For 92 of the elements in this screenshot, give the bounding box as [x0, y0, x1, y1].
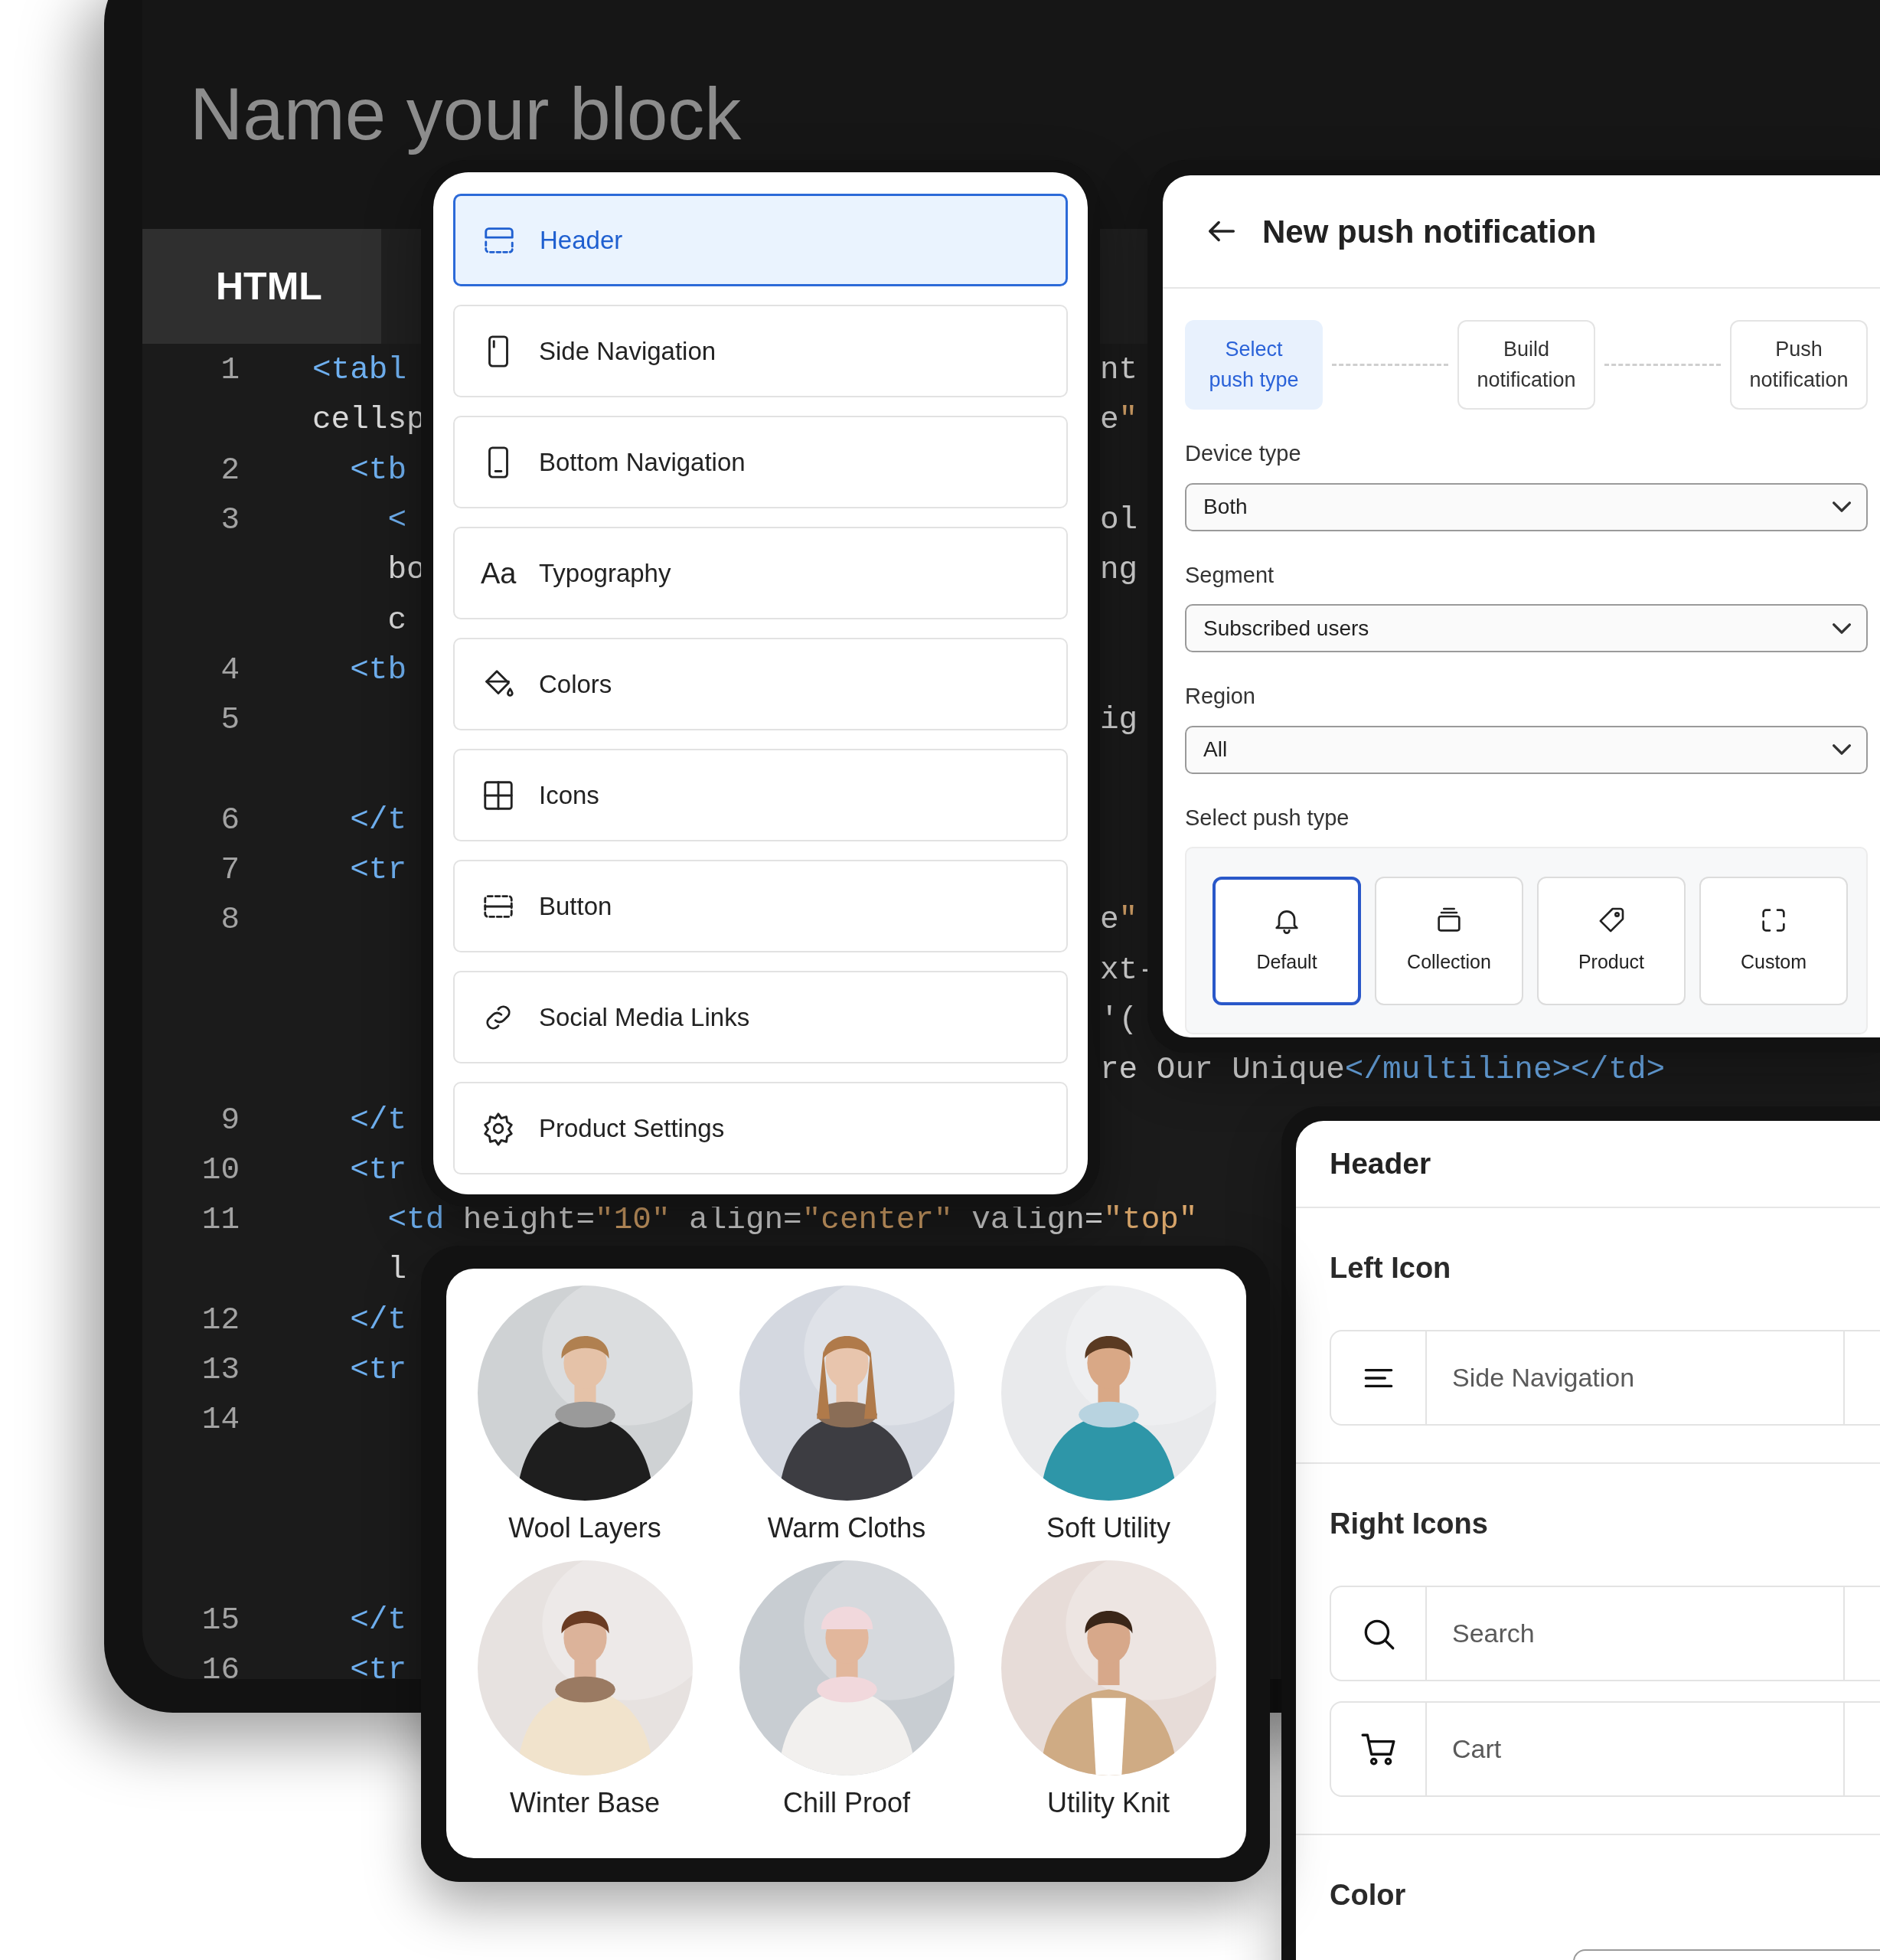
panel-title: New push notification: [1262, 212, 1597, 251]
code-line: re Our Unique</multiline></td>: [1100, 1054, 1666, 1087]
line-number: 1: [220, 354, 240, 387]
code-line: '(: [1100, 1004, 1138, 1037]
block-label: Side Navigation: [539, 335, 716, 367]
code-line: <tr: [349, 1153, 407, 1187]
section-title: Right Icons: [1330, 1507, 1489, 1541]
collection-label[interactable]: Wool Layers: [508, 1511, 661, 1545]
push-type-option[interactable]: Default: [1213, 876, 1361, 1005]
block-label: Bottom Navigation: [539, 446, 746, 478]
push-type-option[interactable]: Custom: [1699, 876, 1848, 1005]
code-line: </t: [349, 1303, 407, 1337]
field-label: Device type: [1185, 440, 1302, 467]
line-number: 10: [201, 1153, 240, 1187]
field-label: Region: [1185, 683, 1256, 710]
line-number: 4: [220, 653, 240, 687]
code-line: ig: [1100, 704, 1138, 737]
block-label: Icons: [539, 779, 599, 811]
code-line: nt: [1100, 354, 1138, 387]
step-tab[interactable]: Build notification: [1457, 320, 1595, 410]
block-list-item[interactable]: Aa Typography: [453, 527, 1068, 619]
icon-name-field[interactable]: Cart: [1427, 1703, 1845, 1795]
code-line: </t: [349, 1603, 407, 1637]
push-type-option[interactable]: Product: [1537, 876, 1686, 1005]
icon-name-field[interactable]: Search: [1427, 1587, 1845, 1680]
select-field[interactable]: Subscribed users: [1185, 604, 1868, 652]
step-tab[interactable]: Select push type: [1185, 320, 1323, 410]
line-number: 8: [220, 903, 240, 937]
block-list-item[interactable]: Colors: [453, 638, 1068, 730]
block-list-item[interactable]: Header: [453, 194, 1068, 286]
code-line: cellsp: [312, 403, 426, 437]
step-tab[interactable]: Push notification: [1730, 320, 1868, 410]
code-line: ng: [1100, 554, 1138, 587]
block-list-item[interactable]: Product Settings: [453, 1082, 1068, 1174]
collection-label[interactable]: Utility Knit: [1047, 1786, 1170, 1820]
block-list-item[interactable]: Social Media Links: [453, 971, 1068, 1063]
select-field[interactable]: All: [1185, 725, 1868, 774]
section-title: Color: [1330, 1878, 1407, 1913]
line-number: 9: [220, 1103, 240, 1137]
code-line: <tb: [349, 453, 407, 487]
line-number: 13: [201, 1354, 240, 1387]
code-line: </t: [349, 1103, 407, 1137]
push-type-option[interactable]: Collection: [1375, 876, 1523, 1005]
block-list-item[interactable]: Side Navigation: [453, 305, 1068, 397]
code-line: ol: [1100, 504, 1138, 537]
select-field[interactable]: Both: [1185, 482, 1868, 531]
field-label: Segment: [1185, 561, 1275, 589]
code-line: e": [1100, 903, 1138, 937]
code-line: </t: [349, 803, 407, 837]
line-number: 12: [201, 1303, 240, 1337]
line-number: 6: [220, 803, 240, 837]
code-line: <: [387, 504, 407, 537]
collection-label[interactable]: Soft Utility: [1046, 1511, 1170, 1545]
line-number: 16: [201, 1653, 240, 1679]
code-line: c: [387, 603, 407, 637]
typography-icon: Aa: [481, 558, 516, 588]
block-label: Product Settings: [539, 1112, 725, 1144]
section-title: Left Icon: [1330, 1251, 1452, 1285]
collection-label[interactable]: Chill Proof: [782, 1786, 911, 1820]
line-number: 7: [220, 854, 240, 887]
block-label: Social Media Links: [539, 1001, 750, 1033]
panel-title: Header: [1330, 1145, 1431, 1181]
line-number: 5: [220, 704, 240, 737]
block-label: Typography: [539, 557, 671, 589]
block-name-field[interactable]: Name your block: [190, 72, 742, 157]
code-line: <tabl: [312, 354, 407, 387]
code-line: <tr: [349, 1653, 407, 1679]
block-list-item[interactable]: Icons: [453, 749, 1068, 841]
chevron-down-icon: [1833, 501, 1851, 512]
icon-name-field[interactable]: Side Navigation: [1427, 1331, 1845, 1424]
block-list-item[interactable]: Button: [453, 860, 1068, 952]
code-line: e": [1100, 403, 1138, 437]
line-number: 3: [220, 504, 240, 537]
code-line: <tr: [349, 854, 407, 887]
code-line: <tb: [349, 653, 407, 687]
collection-label[interactable]: Winter Base: [509, 1786, 661, 1820]
line-number: 15: [201, 1603, 240, 1637]
chevron-down-icon: [1833, 744, 1851, 755]
collection-label[interactable]: Warm Cloths: [767, 1511, 926, 1545]
code-line: l: [387, 1253, 407, 1287]
code-line: <tr: [349, 1354, 407, 1387]
line-number: 11: [201, 1204, 240, 1237]
line-number: 14: [201, 1403, 240, 1437]
code-line: xt-: [1100, 953, 1157, 987]
line-number: 2: [220, 453, 240, 487]
block-label: Header: [540, 224, 623, 256]
editor-tab[interactable]: HTML: [142, 229, 381, 344]
block-label: Colors: [539, 668, 612, 700]
block-list-item[interactable]: Bottom Navigation: [453, 416, 1068, 508]
block-label: Button: [539, 890, 612, 922]
chevron-down-icon: [1833, 622, 1851, 634]
field-label: Select push type: [1185, 804, 1350, 831]
